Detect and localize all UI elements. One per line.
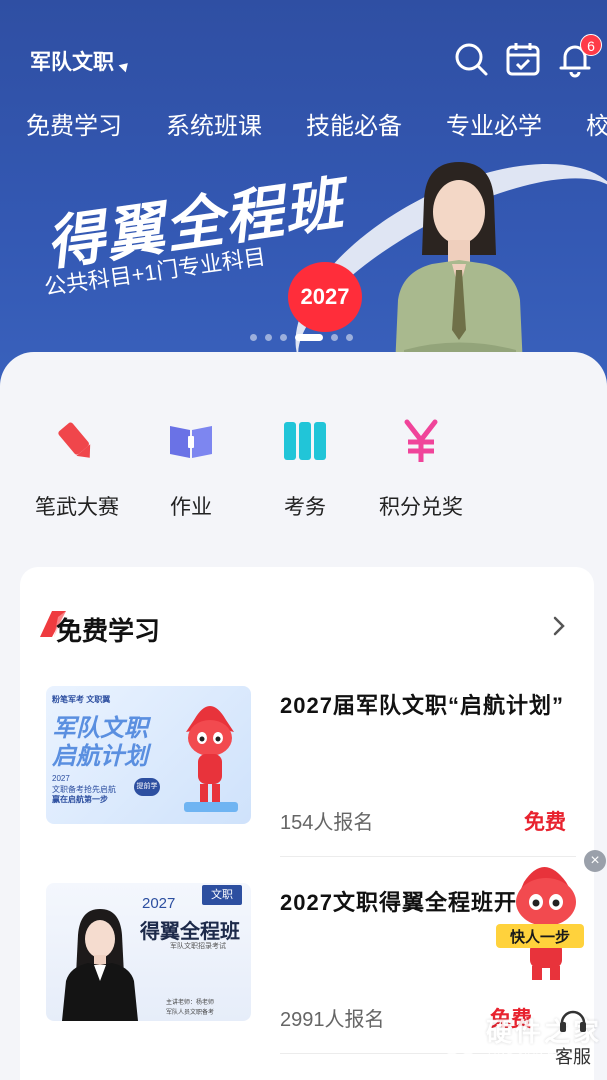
course-title: 2027届军队文职“启航计划” (280, 693, 564, 718)
tab-school[interactable]: 校 (586, 106, 607, 141)
pencil-icon (58, 422, 91, 458)
mascot-image (184, 706, 238, 812)
search-icon[interactable] (452, 40, 490, 78)
category-tabs: 免费学习 系统班课 技能必备 专业必学 校 (0, 100, 607, 144)
calendar-icon[interactable] (504, 40, 542, 78)
tab-free-study[interactable]: 免费学习 (26, 106, 122, 141)
quick-link-homework[interactable]: 作业 (136, 410, 246, 521)
notification-badge: 6 (580, 34, 602, 56)
thumb-brand: 粉笔军考 文职翼 (52, 695, 111, 704)
thumb-sub: 军队文职招录考试 (170, 943, 226, 950)
tab-major[interactable]: 专业必学 (446, 106, 542, 141)
location-selector[interactable]: 军队文职 (30, 46, 132, 76)
quick-link-label: 考务 (284, 496, 326, 519)
thumb-line: 2027 (52, 774, 70, 783)
mascot-image (496, 867, 584, 980)
pagination-dot[interactable] (346, 334, 353, 341)
thumb-line: 赢在启航第一步 (52, 795, 108, 804)
course-thumbnail: 2027 文职 得翼全程班 军队文职招录考试 主讲老师：杨老师 军队人员文职备考 (46, 883, 251, 1021)
thumb-year: 2027 (142, 895, 176, 912)
thumb-teacher: 主讲老师：杨老师 (166, 1000, 215, 1006)
course-item[interactable]: 粉笔军考 文职翼 军队文职 启航计划 2027 文职备考抢先启航 赢在启航第一步… (46, 686, 576, 857)
quick-links: 笔武大赛 作业 考务 积分兑奖 (0, 410, 607, 520)
quick-link-label: 积分兑奖 (379, 496, 463, 519)
book-icon (170, 426, 212, 458)
tab-system-course[interactable]: 系统班课 (166, 106, 262, 141)
quick-link-exam-affairs[interactable]: 考务 (250, 410, 360, 521)
customer-service-label: 客服 (555, 1047, 591, 1067)
pagination-dot[interactable] (265, 334, 272, 341)
location-label: 军队文职 (30, 51, 114, 74)
thumb-headline: 启航计划 (52, 743, 148, 770)
bell-icon[interactable]: 6 (556, 34, 602, 78)
columns-icon (284, 422, 326, 460)
free-study-header[interactable]: 免费学习 (20, 603, 594, 651)
thumb-tag: 提前学 (134, 778, 160, 796)
quick-link-label: 作业 (170, 496, 212, 519)
floating-promo[interactable]: 快人一步 (494, 852, 604, 982)
headset-icon (560, 1010, 586, 1032)
teacher-image (62, 909, 138, 1021)
course-enrolled: 154人报名 (280, 812, 374, 834)
quick-link-points[interactable]: 积分兑奖 (366, 410, 476, 521)
tab-skills[interactable]: 技能必备 (306, 106, 402, 141)
thumb-footer: 军队人员文职备考 (166, 1010, 215, 1016)
customer-service-button[interactable]: 客服 (548, 1003, 598, 1073)
thumb-tag: 文职 (202, 885, 242, 905)
caret-icon (118, 59, 132, 73)
pagination-dot[interactable] (250, 334, 257, 341)
banner-year-badge: 2027 (288, 262, 362, 332)
course-price: 免费 (524, 811, 566, 834)
close-icon[interactable]: × (584, 850, 606, 872)
pagination-dot-active[interactable] (295, 334, 323, 341)
chevron-right-icon[interactable] (552, 615, 566, 637)
free-study-title: 免费学习 (56, 616, 161, 646)
free-study-card: 免费学习 粉笔军考 文职翼 军队文职 启航计划 2027 文职备考抢先启航 赢在… (20, 567, 594, 1080)
top-bar: 军队文职 6 (0, 30, 607, 90)
thumb-headline: 得翼全程班 (140, 921, 240, 943)
course-enrolled: 2991人报名 (280, 1009, 385, 1031)
quick-link-label: 笔武大赛 (35, 496, 119, 519)
watermark-logo-icon (438, 1010, 482, 1060)
yen-icon (404, 419, 438, 462)
quick-link-contest[interactable]: 笔武大赛 (22, 410, 132, 521)
banner-pagination (250, 334, 353, 341)
pagination-dot[interactable] (280, 334, 287, 341)
course-thumbnail: 粉笔军考 文职翼 军队文职 启航计划 2027 文职备考抢先启航 赢在启航第一步… (46, 686, 251, 824)
pagination-dot[interactable] (331, 334, 338, 341)
mascot-sign-text: 快人一步 (509, 929, 570, 946)
